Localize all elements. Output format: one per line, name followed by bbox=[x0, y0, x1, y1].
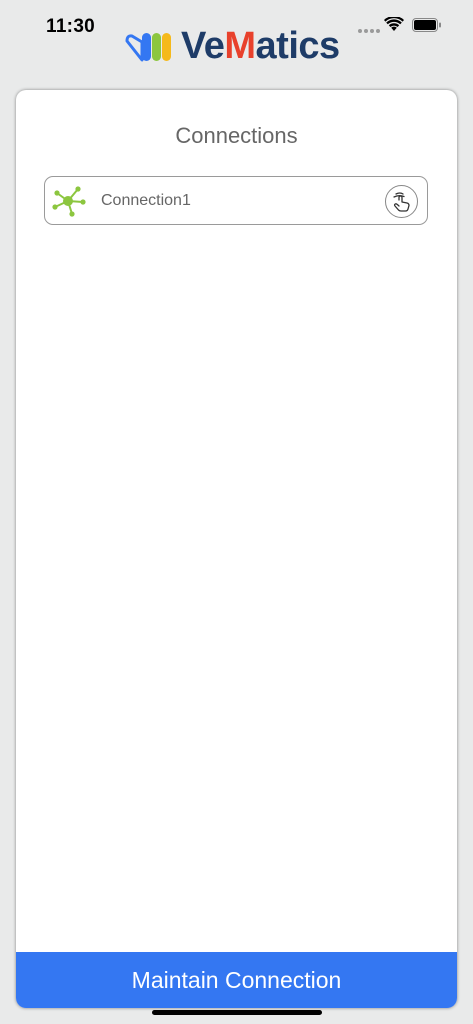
vematics-logo-icon bbox=[125, 33, 171, 62]
connection-list-item[interactable]: Connection1 bbox=[44, 176, 428, 225]
page-title: Connections bbox=[175, 123, 298, 148]
connect-button[interactable] bbox=[385, 185, 418, 218]
network-hub-icon bbox=[52, 186, 86, 217]
home-indicator[interactable] bbox=[152, 1010, 322, 1015]
status-time: 11:30 bbox=[46, 16, 96, 37]
battery-icon bbox=[412, 18, 441, 32]
wifi-icon bbox=[384, 17, 404, 31]
cellular-signal-icon bbox=[358, 29, 380, 33]
app-logo: VeMatics bbox=[125, 26, 340, 66]
maintain-connection-button[interactable]: Maintain Connection bbox=[16, 952, 457, 1008]
tap-hand-icon bbox=[392, 191, 410, 212]
logo-wordmark: VeMatics bbox=[181, 25, 340, 67]
connection-label: Connection1 bbox=[101, 192, 191, 209]
connections-card: Connections Connection1 Maintain Connect… bbox=[16, 90, 457, 1008]
